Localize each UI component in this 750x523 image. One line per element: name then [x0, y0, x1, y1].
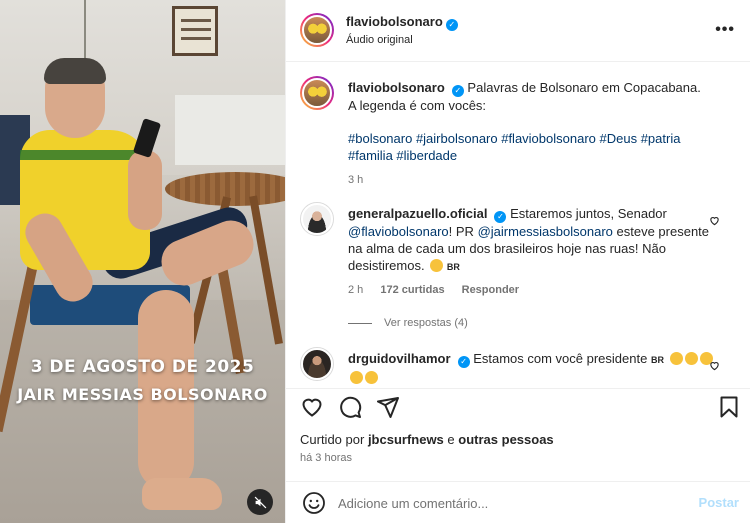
video-overlay-name: JAIR MESSIAS BOLSONARO	[17, 385, 268, 404]
reply-button[interactable]: Responder	[462, 284, 519, 296]
verified-icon: ✓	[451, 85, 464, 97]
clapping-emoji-icon	[684, 352, 698, 365]
comment-text: Estaremos juntos, Senador	[510, 206, 667, 221]
video-overlay-date: 3 DE AGOSTO DE 2025	[30, 357, 255, 377]
avatar[interactable]	[300, 76, 334, 110]
likes-prefix: Curtido por	[300, 432, 365, 447]
more-options-icon[interactable]: •••	[715, 21, 735, 39]
comment-icon[interactable]	[338, 395, 362, 419]
plant-stem	[84, 0, 86, 60]
comment-input[interactable]	[338, 493, 638, 513]
comment-time: 2 h	[348, 284, 364, 296]
comment-meta: 2 h 172 curtidas Responder	[348, 282, 519, 299]
comment-composer: Postar	[286, 481, 750, 523]
comment-likes[interactable]: 172 curtidas	[380, 284, 444, 296]
liked-by-user[interactable]: jbcsurfnews	[368, 432, 444, 447]
view-replies-button[interactable]: Ver respostas (4)	[348, 315, 468, 332]
caption-time: 3 h	[348, 174, 364, 186]
mention-link[interactable]: @jairmessiasbolsonaro	[478, 224, 613, 239]
likes-summary: Curtido por jbcsurfnews e outras pessoas	[300, 432, 554, 447]
window	[175, 95, 285, 165]
post-header: flaviobolsonaro ✓ Áudio original •••	[286, 0, 750, 62]
comment-text-block: drguidovilhamor ✓ Estamos com você presid…	[348, 350, 723, 386]
emoji-icon[interactable]	[302, 491, 326, 515]
comment-text-block: generalpazuello.oficial ✓ Estaremos junto…	[348, 205, 723, 276]
comment-like-icon[interactable]	[709, 215, 720, 229]
flag-br-icon: BR	[446, 262, 460, 272]
audio-label[interactable]: Áudio original	[346, 34, 413, 46]
flag-br-icon: BR	[650, 355, 664, 365]
caption-text-block: flaviobolsonaro ✓ Palavras de Bolsonaro e…	[348, 79, 708, 114]
caption-hashtags[interactable]: #familia #liberdade	[348, 147, 728, 164]
post-timestamp: há 3 horas	[300, 452, 352, 464]
mention-link[interactable]: @flaviobolsonaro	[348, 224, 449, 239]
comment-username[interactable]: generalpazuello.oficial	[348, 206, 487, 221]
mute-button[interactable]	[247, 489, 273, 515]
caption: flaviobolsonaro ✓ Palavras de Bolsonaro e…	[300, 76, 730, 186]
wall-picture	[172, 6, 218, 56]
person-foot	[142, 478, 222, 510]
caption-username[interactable]: flaviobolsonaro	[348, 80, 445, 95]
avatar[interactable]	[300, 13, 334, 47]
comments-list[interactable]: flaviobolsonaro ✓ Palavras de Bolsonaro e…	[286, 62, 750, 388]
speaker-muted-icon	[254, 496, 266, 508]
heart-icon[interactable]	[300, 395, 324, 419]
post-media[interactable]: 3 DE AGOSTO DE 2025 JAIR MESSIAS BOLSONA…	[0, 0, 285, 523]
clapping-emoji-icon	[350, 371, 363, 384]
comment-text: Estamos com você presidente	[473, 351, 648, 366]
avatar[interactable]	[300, 347, 334, 381]
header-username[interactable]: flaviobolsonaro	[346, 14, 443, 29]
divider	[348, 322, 372, 324]
action-bar	[286, 388, 750, 424]
verified-icon: ✓	[457, 356, 470, 368]
liked-by-others[interactable]: outras pessoas	[458, 432, 553, 447]
clapping-emoji-icon	[430, 259, 444, 272]
view-replies-label: Ver respostas (4)	[384, 317, 468, 329]
comment-text: ! PR	[448, 224, 474, 239]
post-button[interactable]: Postar	[699, 495, 739, 510]
caption-hashtags[interactable]: #bolsonaro #jairbolsonaro #flaviobolsona…	[348, 130, 728, 147]
comment: drguidovilhamor ✓ Estamos com você presid…	[300, 347, 730, 388]
verified-icon: ✓	[445, 19, 458, 31]
header-user: flaviobolsonaro ✓	[346, 14, 458, 31]
comment: generalpazuello.oficial ✓ Estaremos junto…	[300, 202, 730, 329]
likes-connector: e	[447, 432, 455, 447]
avatar[interactable]	[300, 202, 334, 236]
post-panel: flaviobolsonaro ✓ Áudio original ••• flav…	[285, 0, 750, 523]
verified-icon: ✓	[494, 211, 507, 223]
clapping-emoji-icon	[669, 352, 683, 365]
share-icon[interactable]	[376, 395, 400, 419]
comment-like-icon[interactable]	[709, 360, 720, 374]
clapping-emoji-icon	[365, 371, 378, 384]
person-hair	[44, 58, 106, 84]
bookmark-icon[interactable]	[717, 395, 741, 419]
comment-username[interactable]: drguidovilhamor	[348, 351, 451, 366]
person-arm	[128, 150, 162, 230]
